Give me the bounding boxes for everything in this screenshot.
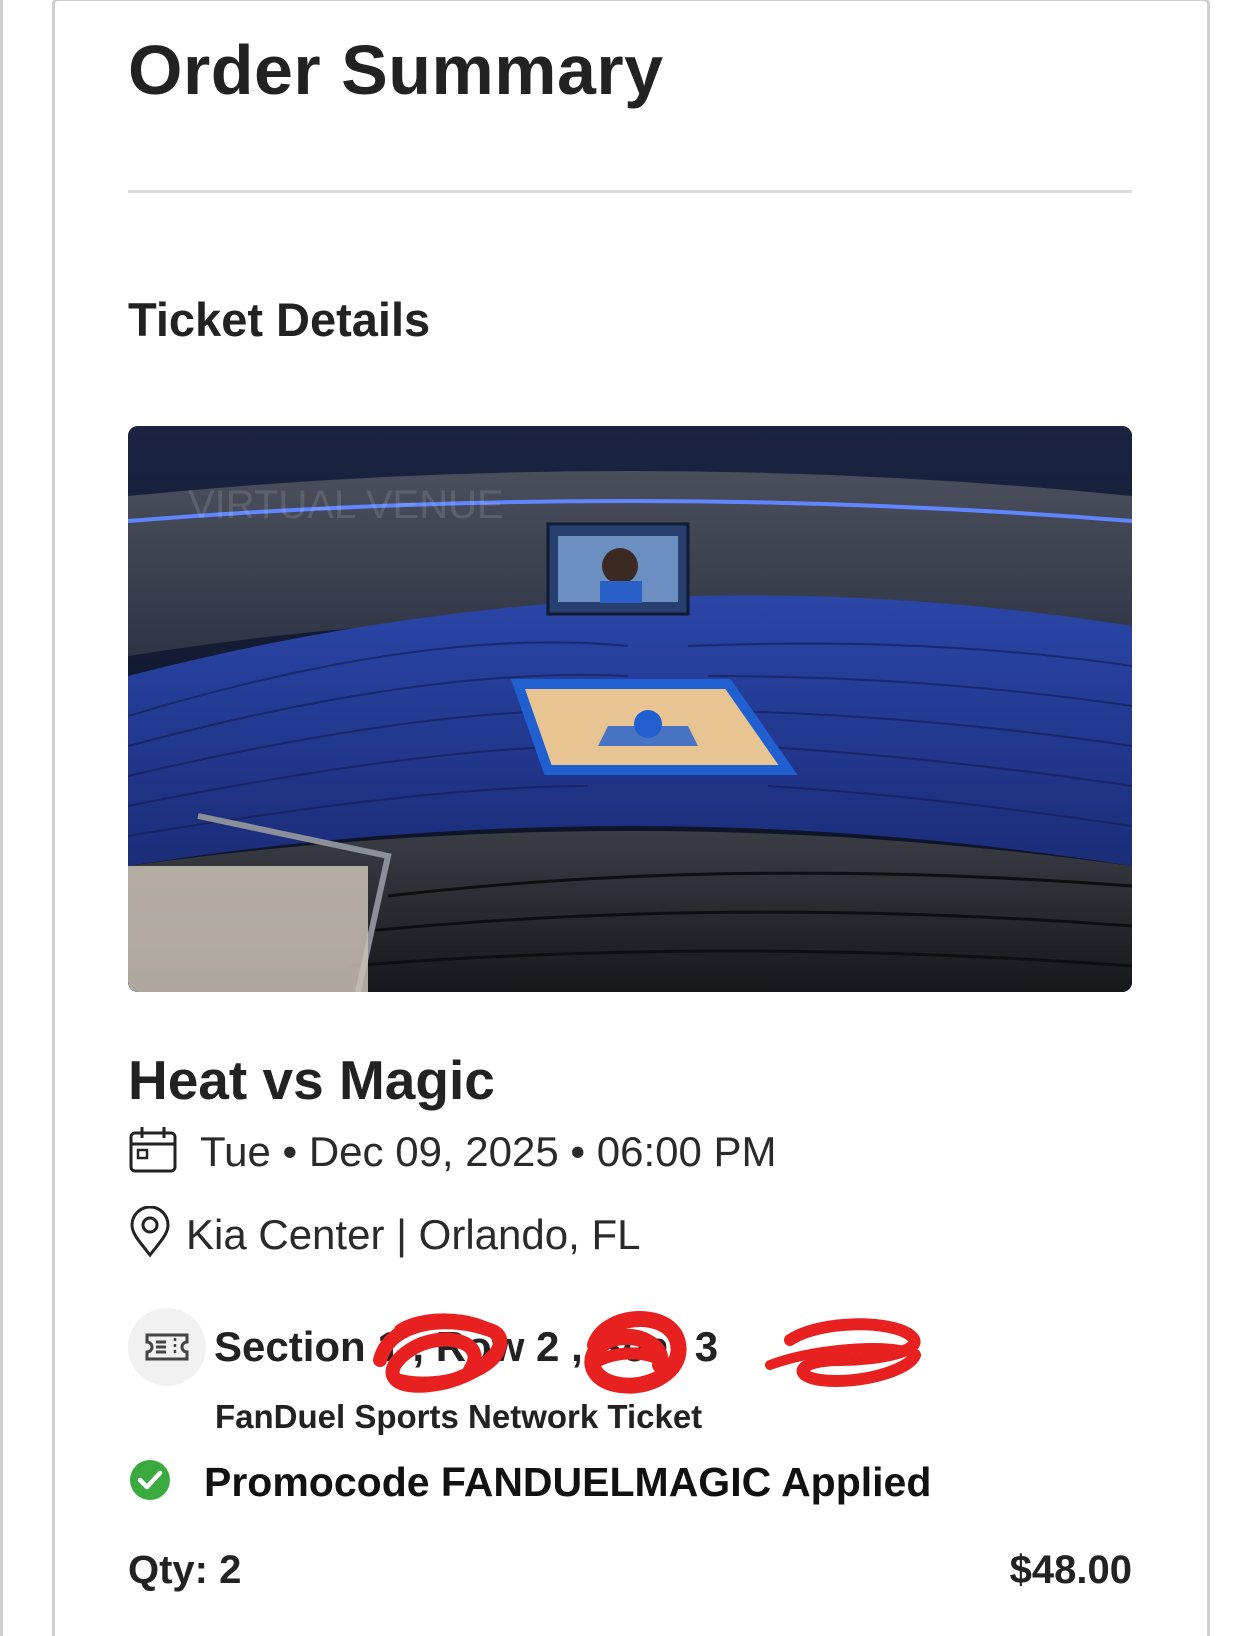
ticket-type: FanDuel Sports Network Ticket (215, 1398, 703, 1435)
event-datetime: Tue • Dec 09, 2025 • 06:00 PM (200, 1127, 777, 1175)
ticket-price: $48.00 (1009, 1548, 1132, 1592)
ticket-quantity: Qty: 2 (128, 1548, 242, 1592)
promo-row: Promocode FANDUELMAGIC Applied (128, 1458, 931, 1507)
event-location: Kia Center | Orlando, FL (186, 1210, 641, 1258)
event-datetime-row: Tue • Dec 09, 2025 • 06:00 PM (128, 1124, 777, 1179)
divider (128, 190, 1132, 193)
arena-illustration: VIRTUAL VENUE (128, 426, 1132, 992)
promo-applied-text: Promocode FANDUELMAGIC Applied (204, 1459, 932, 1505)
order-summary-page: Order Summary Ticket Details VIRTUAL VEN… (0, 0, 1260, 1636)
check-circle-icon (128, 1458, 172, 1507)
ticket-details-heading: Ticket Details (128, 293, 431, 346)
page-title: Order Summary (128, 31, 664, 109)
arena-seat-view-image: VIRTUAL VENUE (128, 426, 1132, 992)
calendar-icon (128, 1124, 178, 1179)
seat-info-row: Section 1 , Row 2 , Seat 3 (128, 1308, 718, 1386)
event-location-row: Kia Center | Orlando, FL (128, 1205, 641, 1263)
seat-info: Section 1 , Row 2 , Seat 3 (214, 1323, 719, 1370)
event-name: Heat vs Magic (128, 1049, 495, 1111)
map-pin-icon (128, 1205, 172, 1263)
ticket-icon (128, 1308, 206, 1386)
image-watermark: VIRTUAL VENUE (188, 483, 504, 527)
page-edge (0, 0, 3, 1636)
